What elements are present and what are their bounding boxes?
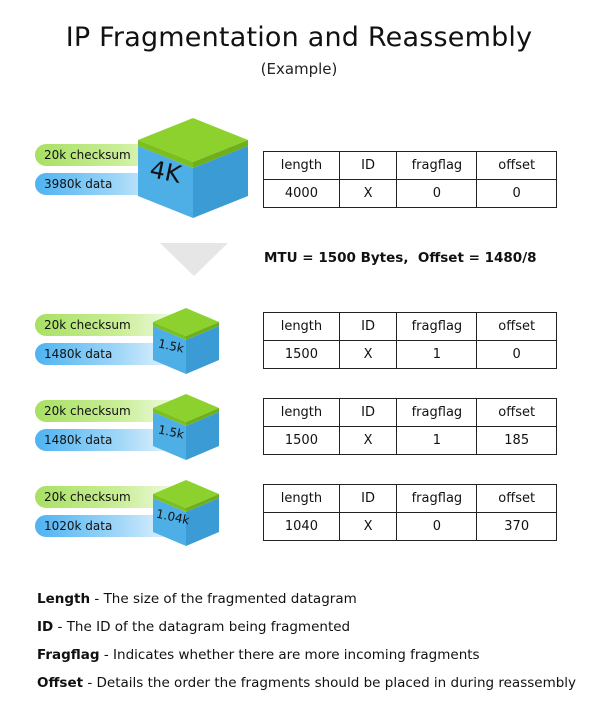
table-header-row: length ID fragflag offset [263,484,557,513]
cell-length: 1500 [263,426,340,455]
legend-term: Fragflag [37,647,100,663]
header-offset: offset [476,398,557,427]
table-row: 4000 X 0 0 [263,179,557,208]
header-offset: offset [476,151,557,180]
legend-desc: - The size of the fragmented datagram [90,591,357,607]
table-row: 1040 X 0 370 [263,512,557,541]
cell-length: 4000 [263,179,340,208]
packet-cube-icon: 1.5k [153,394,219,462]
legend-desc: - The ID of the datagram being fragmente… [53,619,351,635]
fragment-table: length ID fragflag offset 1500 X 1 0 [263,312,557,369]
header-id: ID [338,398,398,427]
cell-fragflag: 0 [396,512,478,541]
page-title: IP Fragmentation and Reassembly [65,22,533,53]
fragment-table: length ID fragflag offset 4000 X 0 0 [263,151,557,208]
cell-length: 1500 [263,340,340,369]
cell-length: 1040 [263,512,340,541]
cell-id: X [338,179,398,208]
table-header-row: length ID fragflag offset [263,312,557,341]
legend-desc: - Indicates whether there are more incom… [99,647,480,663]
header-fragflag: fragflag [396,398,478,427]
header-id: ID [338,312,398,341]
header-offset: offset [476,312,557,341]
header-fragflag: fragflag [396,484,478,513]
cell-id: X [338,426,398,455]
packet-cube-icon: 4K [138,118,248,223]
page-subtitle: (Example) [260,60,338,78]
original-packet: 20k checksum 3980k data 4K length ID fra… [30,118,570,220]
legend-item: Fragflag - Indicates whether there are m… [37,644,577,672]
cell-offset: 0 [476,179,557,208]
table-row: 1500 X 1 0 [263,340,557,369]
header-length: length [263,312,340,341]
header-id: ID [338,151,398,180]
down-arrow-icon [160,243,228,276]
fragment-packet: 20k checksum 1480k data 1.5k length ID f… [30,300,570,390]
cell-offset: 185 [476,426,557,455]
cell-id: X [338,512,398,541]
cube-label: 4K [147,155,184,189]
table-header-row: length ID fragflag offset [263,398,557,427]
legend-term: ID [37,619,54,635]
header-length: length [263,484,340,513]
fragment-packet: 20k checksum 1020k data 1.04k length ID … [30,472,570,562]
legend-item: Offset - Details the order the fragments… [37,672,577,700]
cell-offset: 0 [476,340,557,369]
header-fragflag: fragflag [396,312,478,341]
fragment-packet: 20k checksum 1480k data 1.5k length ID f… [30,386,570,476]
legend-desc: - Details the order the fragments should… [83,675,577,691]
mtu-note: MTU = 1500 Bytes, Offset = 1480/8 [264,250,537,266]
header-length: length [263,398,340,427]
table-header-row: length ID fragflag offset [263,151,557,180]
legend-term: Length [37,591,91,607]
header-fragflag: fragflag [396,151,478,180]
legend-item: Length - The size of the fragmented data… [37,588,577,616]
legend: Length - The size of the fragmented data… [37,588,577,700]
cell-fragflag: 1 [396,340,478,369]
cell-fragflag: 1 [396,426,478,455]
header-id: ID [338,484,398,513]
legend-term: Offset [37,675,84,691]
fragment-table: length ID fragflag offset 1500 X 1 185 [263,398,557,455]
fragment-table: length ID fragflag offset 1040 X 0 370 [263,484,557,541]
packet-cube-icon: 1.04k [153,480,219,548]
packet-cube-icon: 1.5k [153,308,219,376]
legend-item: ID - The ID of the datagram being fragme… [37,616,577,644]
cell-id: X [338,340,398,369]
header-offset: offset [476,484,557,513]
header-length: length [263,151,340,180]
table-row: 1500 X 1 185 [263,426,557,455]
cell-fragflag: 0 [396,179,478,208]
cell-offset: 370 [476,512,557,541]
